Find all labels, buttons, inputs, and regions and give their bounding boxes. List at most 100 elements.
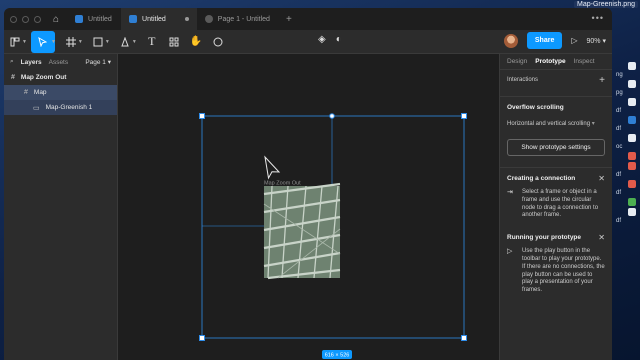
resize-handle (199, 335, 205, 341)
running-body: Use the play button in the toolbar to pl… (522, 248, 605, 294)
figma-window: ⌂ Untitled Untitled Page 1 - Untitled + … (4, 8, 612, 360)
tab-untitled-1[interactable]: Untitled (67, 8, 121, 30)
hand-tool-button[interactable]: ✋ (185, 31, 207, 53)
desktop-file-icon[interactable] (628, 116, 636, 124)
resources-tool-button[interactable] (163, 31, 185, 53)
desktop-file-label: ng (616, 72, 623, 78)
home-icon[interactable]: ⌂ (53, 14, 59, 25)
tab-assets[interactable]: Assets (49, 59, 69, 66)
text-tool-button[interactable]: T (141, 31, 163, 53)
zoom-window-button[interactable] (34, 15, 41, 23)
desktop-file-icon[interactable] (628, 180, 636, 188)
creating-title: Creating a connection (507, 175, 576, 182)
layer-item-map-greenish[interactable]: ▭ Map-Greenish 1 (4, 100, 117, 115)
desktop-file-label: df (616, 190, 622, 196)
layer-item-map-zoom-out[interactable]: # Map Zoom Out (4, 70, 117, 85)
creating-tip: ⇥ Select a frame or object in a frame an… (507, 189, 605, 220)
desktop-file-label: df (616, 172, 622, 178)
desktop-file-label: oc (616, 144, 623, 150)
desktop-file-icon[interactable] (628, 80, 636, 88)
close-icon[interactable]: ✕ (598, 233, 605, 242)
chevron-down-icon[interactable]: ▼ (132, 39, 137, 45)
avatar[interactable] (503, 33, 518, 48)
running-tip: ▷ Use the play button in the toolbar to … (507, 248, 605, 295)
frame-icon: # (24, 89, 28, 96)
connection-icon: ⇥ (507, 189, 513, 196)
play-icon[interactable]: ▷ (571, 36, 577, 45)
close-icon[interactable]: ✕ (598, 174, 605, 183)
main-toolbar: ▼ ▼ ▼ ▼ ▼ T ✋ ◈ ◐ Share ▷ 90% ▾ (4, 30, 612, 54)
creating-connection-section: Creating a connection ✕ ⇥ Select a frame… (500, 168, 612, 227)
figma-file-icon (75, 15, 84, 23)
search-icon[interactable]: ⌕ (10, 58, 14, 66)
zoom-level-value: 90% (586, 37, 601, 45)
map-greenish-image (263, 182, 341, 280)
properties-tabs: Design Prototype Inspect (500, 54, 612, 70)
title-bar: ⌂ Untitled Untitled Page 1 - Untitled + … (4, 8, 612, 30)
chevron-down-icon[interactable]: ▼ (22, 39, 27, 45)
desktop-file-icon[interactable] (628, 198, 636, 206)
chevron-down-icon[interactable]: ▼ (78, 39, 83, 45)
close-window-button[interactable] (10, 15, 17, 23)
new-tab-button[interactable]: + (286, 14, 292, 25)
chevron-down-icon[interactable]: ▼ (105, 39, 110, 45)
resize-handle (461, 113, 467, 119)
desktop-file-icon[interactable] (628, 162, 636, 170)
desktop-file-icon[interactable] (628, 208, 636, 216)
chevron-down-icon[interactable]: ▼ (51, 39, 56, 45)
desktop-file-icon[interactable] (628, 152, 636, 160)
image-icon: ▭ (33, 104, 40, 112)
properties-panel: Design Prototype Inspect Interactions + … (499, 54, 612, 360)
design-canvas[interactable]: Map Zoom Out 616 × 526 (118, 54, 499, 360)
page-selector[interactable]: Page 1 ▾ (85, 58, 111, 66)
tab-label: Untitled (88, 15, 112, 23)
more-menu-icon[interactable]: ••• (592, 13, 604, 23)
layers-panel: ⌕ Layers Assets Page 1 ▾ # Map Zoom Out … (4, 54, 118, 360)
contrast-icon[interactable]: ◐ (336, 34, 342, 45)
toolbar-center: ◈ ◐ (318, 34, 342, 45)
tab-prototype[interactable]: Prototype (535, 58, 565, 65)
desktop-file-icon[interactable] (628, 134, 636, 142)
share-button[interactable]: Share (526, 32, 563, 49)
arrow-cursor-icon (264, 155, 281, 180)
page-selector-value: Page 1 (85, 59, 106, 66)
tab-label: Untitled (142, 15, 166, 23)
desktop-file-icon[interactable] (628, 98, 636, 106)
tab-inspect[interactable]: Inspect (574, 58, 595, 65)
connection-node (329, 113, 335, 119)
overflow-dropdown[interactable]: Horizontal and vertical scrolling ▾ (507, 120, 605, 127)
size-badge-text: 616 × 526 (325, 353, 350, 359)
tab-untitled-2[interactable]: Untitled (121, 8, 197, 30)
desktop-file-column: ng pg df df oc df df df (612, 60, 638, 224)
layers-panel-header: ⌕ Layers Assets Page 1 ▾ (4, 54, 117, 70)
desktop-file-label: pg (616, 90, 623, 96)
desktop-file-label[interactable]: Map-Greenish.png (574, 1, 638, 8)
show-prototype-settings-button[interactable]: Show prototype settings (507, 139, 605, 156)
component-icon[interactable]: ◈ (318, 34, 326, 45)
layer-label: Map Zoom Out (20, 74, 67, 81)
interactions-label: Interactions (507, 77, 539, 83)
add-interaction-icon[interactable]: + (599, 75, 605, 86)
interactions-section: Interactions + (500, 70, 612, 97)
toolbar-right: Share ▷ 90% ▾ (503, 32, 606, 49)
prototype-page-icon (204, 15, 213, 23)
desktop-file-label: df (616, 126, 622, 132)
zoom-level-dropdown[interactable]: 90% ▾ (587, 37, 606, 45)
tab-design[interactable]: Design (507, 58, 527, 65)
desktop-file-icon[interactable] (628, 62, 636, 70)
minimize-window-button[interactable] (22, 15, 29, 23)
comment-tool-button[interactable] (207, 31, 229, 53)
layer-item-map[interactable]: # Map (4, 85, 117, 100)
frame-name-label: Map Zoom Out (264, 181, 301, 187)
resize-handle (199, 113, 205, 119)
running-title: Running your prototype (507, 234, 582, 242)
figma-file-icon (129, 15, 138, 23)
overflow-value: Horizontal and vertical scrolling (507, 121, 591, 127)
creating-body: Select a frame or object in a frame and … (522, 189, 599, 219)
resize-handle (461, 335, 467, 341)
tab-page-1[interactable]: Page 1 - Untitled (197, 8, 278, 30)
overflow-title: Overflow scrolling (507, 104, 564, 111)
frame-icon: # (11, 74, 15, 81)
tab-layers[interactable]: Layers (21, 59, 42, 66)
close-tab-icon[interactable] (184, 17, 189, 21)
